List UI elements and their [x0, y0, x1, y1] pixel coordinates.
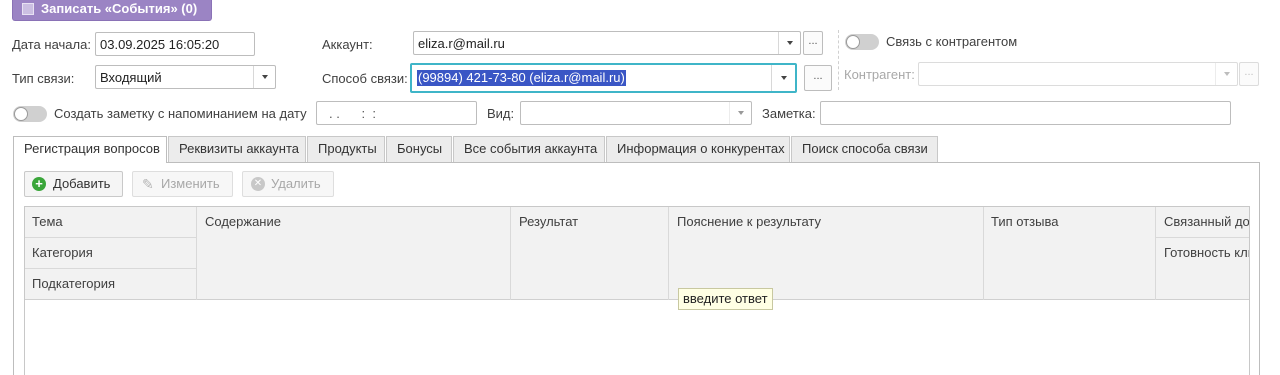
plus-circle-icon: + — [32, 177, 46, 191]
delete-label: Удалить — [271, 176, 321, 191]
reminder-date-mask: . . : : — [329, 106, 376, 121]
edit-button[interactable]: ✎ Изменить — [132, 171, 233, 197]
account-label: Аккаунт: — [322, 37, 373, 52]
start-date-label: Дата начала: — [12, 37, 91, 52]
contact-method-select-button[interactable]: ... — [804, 65, 832, 91]
col-header-explanation[interactable]: Пояснение к результату — [677, 214, 821, 230]
col-header-readiness[interactable]: Готовность кли — [1164, 245, 1249, 260]
counterparty-label: Контрагент: — [844, 67, 915, 82]
tab-competitor-info[interactable]: Информация о конкурентах — [606, 136, 790, 162]
account-field[interactable]: eliza.r@mail.ru — [413, 31, 801, 55]
col-header-related[interactable]: Связанный до — [1164, 214, 1249, 229]
tab-label: Бонусы — [397, 141, 443, 156]
col-header-related-clip: Связанный до — [1164, 214, 1249, 230]
questions-table — [24, 206, 1250, 375]
tab-label: Все события аккаунта — [464, 141, 598, 156]
col-header-category[interactable]: Категория — [32, 245, 93, 261]
tab-contact-method-search[interactable]: Поиск способа связи — [791, 136, 938, 162]
tab-all-account-events[interactable]: Все события аккаунта — [453, 136, 605, 162]
save-icon — [22, 3, 34, 15]
account-value: eliza.r@mail.ru — [418, 36, 505, 51]
note-field[interactable] — [820, 101, 1231, 125]
create-note-toggle[interactable] — [13, 106, 47, 122]
chevron-down-icon — [737, 111, 744, 115]
header-row-divider — [25, 268, 197, 269]
delete-button[interactable]: ✕ Удалить — [242, 171, 334, 197]
view-label: Вид: — [487, 106, 515, 121]
chevron-down-icon — [1223, 72, 1230, 76]
method-label: Способ связи: — [322, 71, 408, 86]
reminder-date-field[interactable]: . . : : — [316, 101, 477, 125]
conn-type-value: Входящий — [100, 70, 162, 85]
edit-label: Изменить — [161, 176, 220, 191]
conn-type-select[interactable]: Входящий — [95, 65, 276, 89]
tab-label: Продукты — [318, 141, 377, 156]
save-events-button[interactable]: Записать «События» (0) — [12, 0, 212, 21]
counterparty-link-label: Связь с контрагентом — [886, 34, 1018, 49]
vertical-divider — [838, 30, 839, 90]
tab-account-details[interactable]: Реквизиты аккаунта — [168, 136, 306, 162]
toggle-knob — [846, 35, 860, 49]
start-date-value: 03.09.2025 16:05:20 — [100, 37, 220, 52]
tab-bonuses[interactable]: Бонусы — [386, 136, 452, 162]
col-divider — [983, 207, 984, 300]
tab-question-registration[interactable]: Регистрация вопросов — [13, 136, 167, 163]
toggle-knob — [14, 107, 28, 121]
tab-label: Поиск способа связи — [802, 141, 928, 156]
tab-label: Реквизиты аккаунта — [179, 141, 300, 156]
col-divider — [510, 207, 511, 300]
col-header-readiness-clip: Готовность кли — [1164, 245, 1249, 261]
chevron-down-icon — [780, 76, 787, 80]
col-header-feedback-type[interactable]: Тип отзыва — [991, 214, 1058, 230]
add-label: Добавить — [53, 176, 111, 191]
conn-type-dropdown-button[interactable] — [253, 66, 275, 88]
view-select[interactable] — [520, 101, 752, 125]
chevron-down-icon — [261, 75, 268, 79]
tab-label: Регистрация вопросов — [24, 141, 160, 156]
col-divider — [668, 207, 669, 300]
counterparty-field[interactable] — [918, 62, 1238, 86]
contact-method-dropdown-button[interactable] — [771, 65, 795, 91]
contact-method-field[interactable]: (99894) 421-73-80 (eliza.r@mail.ru) — [410, 63, 797, 93]
account-dropdown-button[interactable] — [778, 32, 800, 54]
delete-x-icon: ✕ — [251, 177, 265, 191]
answer-tooltip: введите ответ — [678, 288, 773, 310]
account-select-button[interactable]: ... — [803, 31, 823, 55]
counterparty-link-toggle[interactable] — [845, 34, 879, 50]
pencil-icon: ✎ — [142, 176, 154, 192]
header-row-divider — [1156, 237, 1249, 238]
save-events-label: Записать «События» (0) — [41, 1, 198, 16]
header-row-divider — [25, 237, 197, 238]
create-note-label: Создать заметку с напоминанием на дату — [54, 106, 307, 121]
col-header-topic[interactable]: Тема — [32, 214, 63, 230]
contact-method-value: (99894) 421-73-80 (eliza.r@mail.ru) — [417, 70, 626, 86]
chevron-down-icon — [786, 41, 793, 45]
col-divider — [1155, 207, 1156, 300]
col-header-result[interactable]: Результат — [519, 214, 578, 230]
conn-type-label: Тип связи: — [12, 71, 75, 86]
col-header-subcategory[interactable]: Подкатегория — [32, 276, 115, 292]
note-label: Заметка: — [762, 106, 816, 121]
add-button[interactable]: + Добавить — [24, 171, 123, 197]
col-divider — [196, 207, 197, 300]
start-date-field[interactable]: 03.09.2025 16:05:20 — [95, 32, 255, 56]
view-dropdown-button[interactable] — [729, 102, 751, 124]
counterparty-select-button[interactable]: ... — [1239, 62, 1259, 86]
counterparty-dropdown-button[interactable] — [1215, 63, 1237, 85]
col-header-content[interactable]: Содержание — [205, 214, 281, 230]
tab-label: Информация о конкурентах — [617, 141, 785, 156]
tab-products[interactable]: Продукты — [307, 136, 385, 162]
